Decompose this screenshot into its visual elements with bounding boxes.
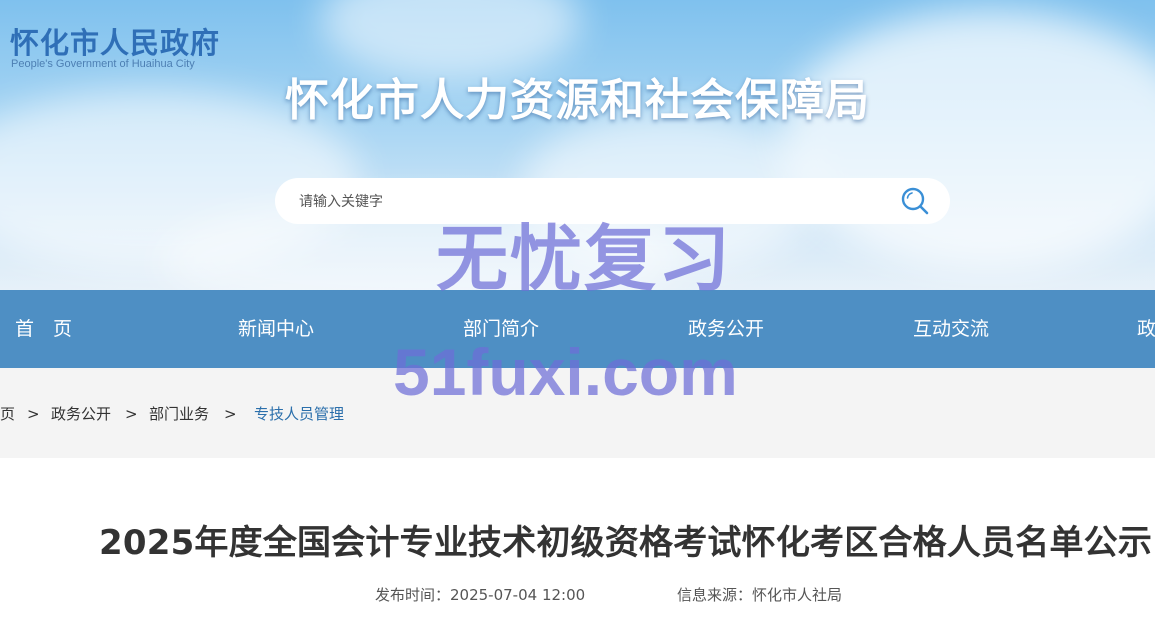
breadcrumb-home[interactable]: 页 [0,368,15,460]
nav-item-interaction[interactable]: 互动交流 [913,290,989,368]
breadcrumb-separator: > [224,405,237,423]
city-logo-text[interactable]: 怀化市人民政府 [10,20,220,62]
publish-time: 发布时间：2025-07-04 12:00 [375,586,586,604]
breadcrumb-current[interactable]: 专技人员管理 [254,368,344,460]
nav-item-gov-affairs[interactable]: 政务公开 [688,290,764,368]
site-title: 怀化市人力资源和社会保障局 [285,75,870,126]
search-bar [275,178,950,226]
breadcrumb-separator: > [125,405,138,423]
main-nav: 首 页 新闻中心 部门简介 政务公开 互动交流 政 [0,290,1155,368]
nav-item-partial[interactable]: 政 [1137,290,1155,368]
nav-item-news[interactable]: 新闻中心 [238,290,314,368]
nav-item-about[interactable]: 部门简介 [463,290,539,368]
header-banner: 怀化市人民政府 People's Government of Huaihua C… [0,0,1155,292]
search-input[interactable] [297,178,881,226]
search-icon[interactable] [900,186,930,216]
article-title: 2025年度全国会计专业技术初级资格考试怀化考区合格人员名单公示 [99,523,1153,563]
breadcrumb-separator: > [27,405,40,423]
nav-item-home[interactable]: 首 页 [15,290,72,368]
info-source: 信息来源：怀化市人社局 [677,586,843,604]
breadcrumb-dept-business[interactable]: 部门业务 [149,368,209,460]
breadcrumb: 页 > 政务公开 > 部门业务 > 专技人员管理 [0,368,1155,458]
breadcrumb-gov-affairs[interactable]: 政务公开 [51,368,111,460]
city-logo-subtitle: People's Government of Huaihua City [11,58,195,70]
